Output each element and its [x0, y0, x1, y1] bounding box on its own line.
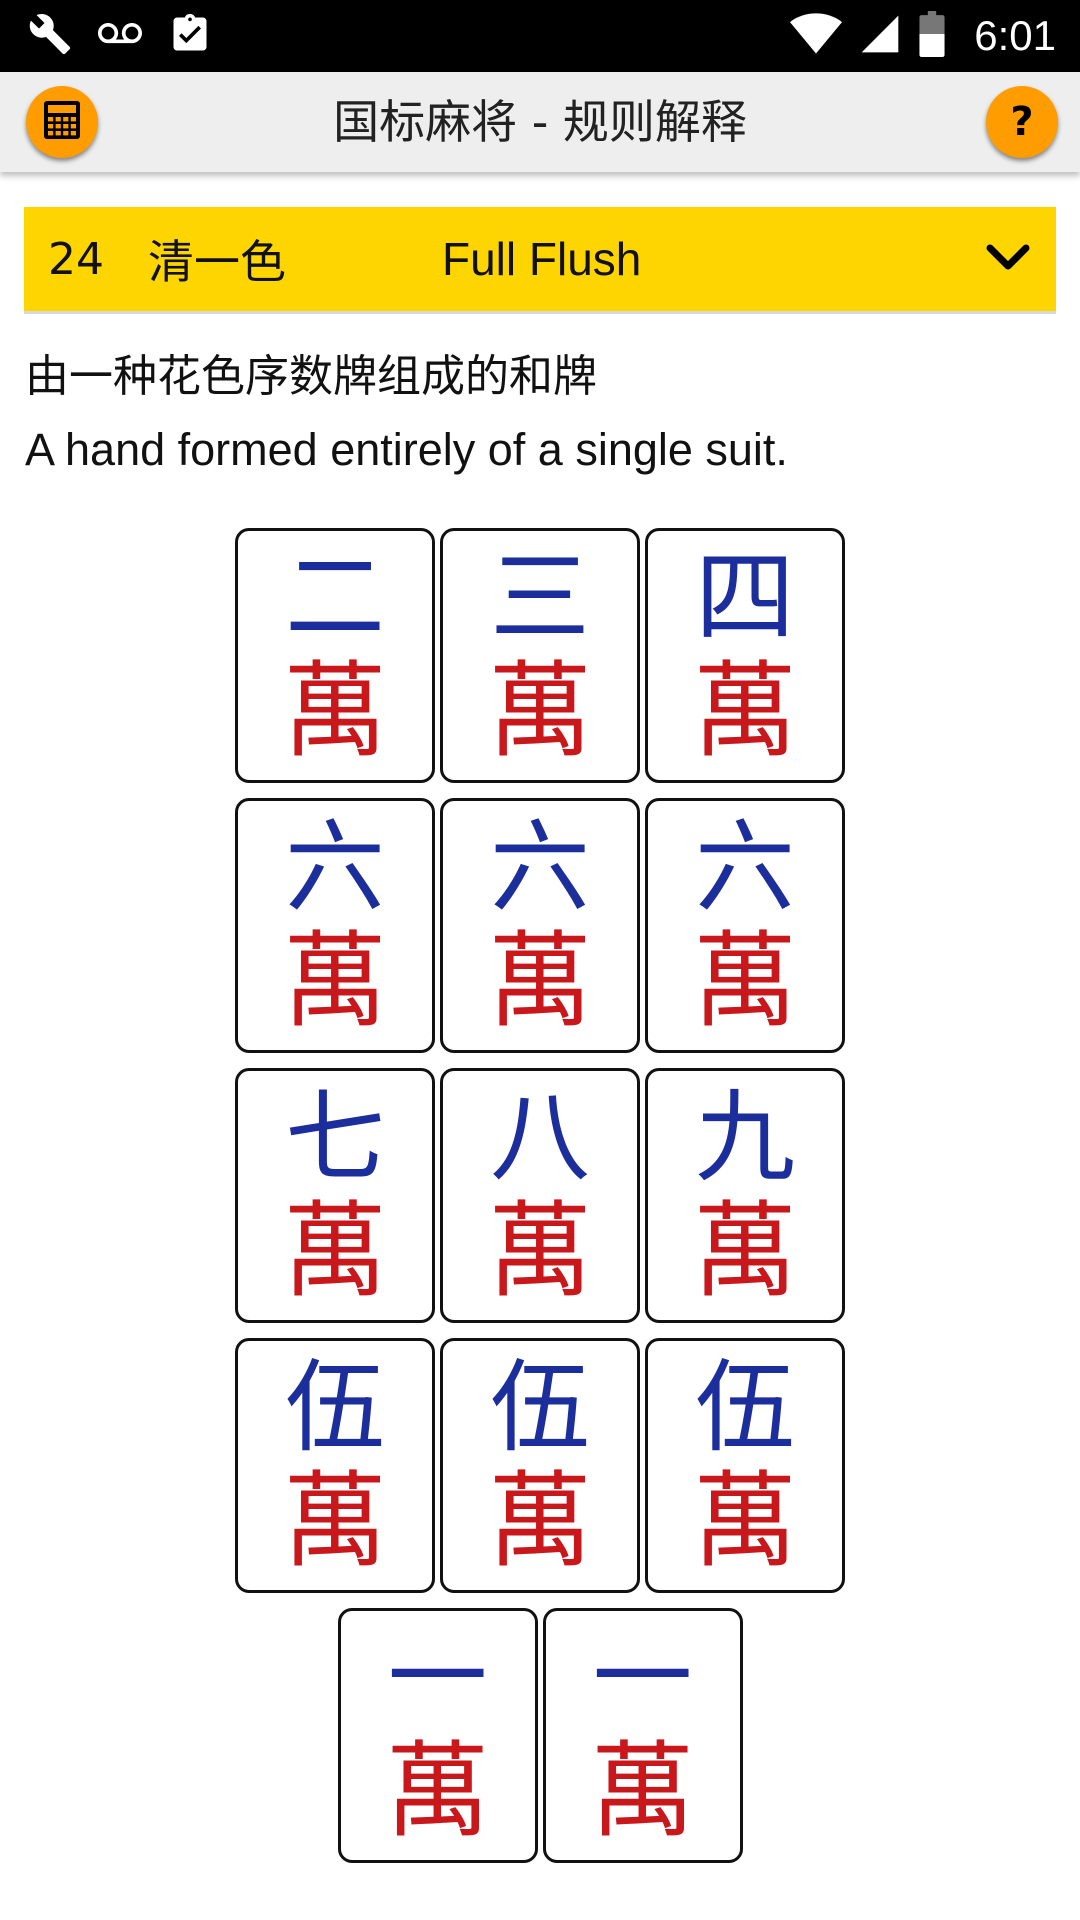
wrench-icon	[28, 12, 72, 60]
tile-suit: 萬	[487, 920, 592, 1042]
tile-suit: 萬	[282, 650, 387, 772]
tile-rank: 二	[285, 539, 385, 656]
mahjong-tile: 九萬	[645, 1068, 845, 1323]
rule-header-dropdown[interactable]: 24 清一色 Full Flush	[24, 207, 1056, 314]
mahjong-tile: 一萬	[542, 1608, 743, 1863]
tile-suit: 萬	[385, 1730, 490, 1852]
tile-hand: 二萬三萬四萬六萬六萬六萬七萬八萬九萬伍萬伍萬伍萬一萬一萬	[0, 528, 1080, 1878]
tile-rank: 四	[695, 539, 795, 656]
tile-row: 七萬八萬九萬	[0, 1068, 1080, 1323]
mahjong-tile: 八萬	[440, 1068, 640, 1323]
tile-rank: 一	[592, 1619, 693, 1736]
mahjong-tile: 伍萬	[645, 1338, 845, 1593]
app-bar: 国标麻将 - 规则解释 ?	[0, 72, 1080, 172]
help-icon: ?	[1010, 99, 1034, 145]
voicemail-icon	[96, 12, 144, 60]
calculator-icon	[42, 100, 82, 144]
notification-icons	[28, 10, 212, 62]
tile-suit: 萬	[692, 1460, 797, 1582]
status-bar: 6:01	[0, 0, 1080, 72]
rule-number: 24	[48, 233, 104, 285]
tile-suit: 萬	[282, 920, 387, 1042]
tile-suit: 萬	[487, 650, 592, 772]
tile-row: 六萬六萬六萬	[0, 798, 1080, 1053]
tile-rank: 六	[285, 809, 385, 926]
mahjong-tile: 四萬	[645, 528, 845, 783]
tile-rank: 伍	[695, 1349, 795, 1466]
tile-suit: 萬	[282, 1190, 387, 1312]
app-title: 国标麻将 - 规则解释	[333, 95, 747, 149]
tile-rank: 伍	[490, 1349, 590, 1466]
system-icons: 6:01	[790, 10, 1056, 62]
mahjong-tile: 二萬	[235, 528, 435, 783]
tile-rank: 九	[695, 1079, 795, 1196]
mahjong-tile: 六萬	[645, 798, 845, 1053]
tile-rank: 六	[695, 809, 795, 926]
rule-name-english: Full Flush	[442, 233, 642, 285]
tile-row: 伍萬伍萬伍萬	[0, 1338, 1080, 1593]
tile-rank: 七	[285, 1079, 385, 1196]
signal-icon	[858, 12, 902, 60]
tile-rank: 六	[490, 809, 590, 926]
tile-row: 二萬三萬四萬	[0, 528, 1080, 783]
tile-suit: 萬	[487, 1190, 592, 1312]
tile-row: 一萬一萬	[0, 1608, 1080, 1863]
calculator-button[interactable]	[26, 86, 98, 158]
mahjong-tile: 六萬	[440, 798, 640, 1053]
tile-rank: 三	[490, 539, 590, 656]
clipboard-check-icon	[168, 12, 212, 60]
tile-suit: 萬	[692, 650, 797, 772]
mahjong-tile: 伍萬	[235, 1338, 435, 1593]
tile-suit: 萬	[282, 1460, 387, 1582]
tile-rank: 伍	[285, 1349, 385, 1466]
rule-name-chinese: 清一色	[148, 235, 286, 289]
wifi-icon	[790, 12, 843, 60]
mahjong-tile: 三萬	[440, 528, 640, 783]
tile-suit: 萬	[487, 1460, 592, 1582]
mahjong-tile: 伍萬	[440, 1338, 640, 1593]
mahjong-tile: 一萬	[337, 1608, 538, 1863]
tile-suit: 萬	[590, 1730, 695, 1852]
tile-rank: 一	[387, 1619, 488, 1736]
tile-suit: 萬	[692, 920, 797, 1042]
rule-description-english: A hand formed entirely of a single suit.	[25, 424, 788, 475]
tile-rank: 八	[490, 1079, 590, 1196]
mahjong-tile: 七萬	[235, 1068, 435, 1323]
clock: 6:01	[974, 12, 1056, 59]
battery-icon	[918, 11, 946, 61]
tile-suit: 萬	[692, 1190, 797, 1312]
rule-description-chinese: 由一种花色序数牌组成的和牌	[25, 351, 597, 402]
chevron-down-icon	[986, 243, 1030, 277]
help-button[interactable]: ?	[986, 86, 1058, 158]
mahjong-tile: 六萬	[235, 798, 435, 1053]
